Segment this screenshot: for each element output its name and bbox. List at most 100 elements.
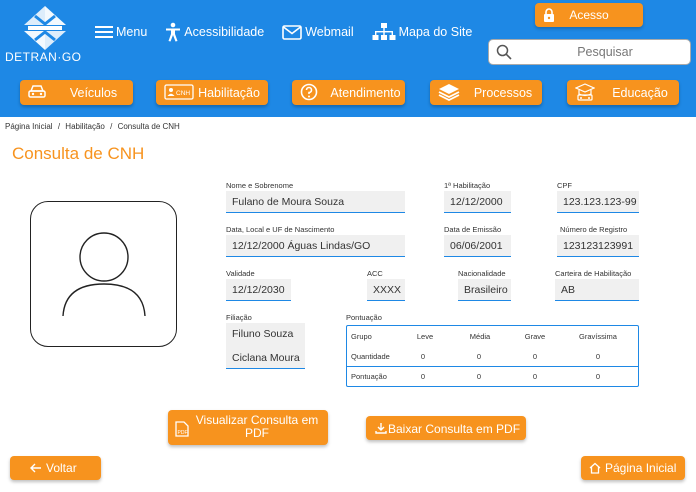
acc-label: ACC xyxy=(367,269,383,278)
webmail-link[interactable]: Webmail xyxy=(282,24,354,40)
table-row: Pontuação 0 0 0 0 xyxy=(347,366,638,386)
cpf-field: 123.123.123-99 xyxy=(557,191,639,213)
cpf-label: CPF xyxy=(557,181,572,190)
emissao-label: Data de Emissão xyxy=(444,225,502,234)
nav-atendimento[interactable]: Atendimento xyxy=(292,80,405,105)
nav-habilitacao[interactable]: CNH Habilitação xyxy=(156,80,268,105)
acesso-button[interactable]: Acesso xyxy=(535,3,643,27)
table-cell: 0 xyxy=(420,352,426,361)
pagina-inicial-label: Página Inicial xyxy=(605,461,677,475)
svg-text:PDF: PDF xyxy=(178,430,188,436)
nascimento-field: 12/12/2000 Águas Lindas/GO xyxy=(226,235,405,257)
breadcrumb: Página Inicial / Habilitação / Consulta … xyxy=(5,122,180,131)
acesso-label: Acesso xyxy=(569,8,609,22)
home-icon xyxy=(589,462,601,474)
car-icon xyxy=(28,85,46,98)
nav-educacao-label: Educação xyxy=(612,85,668,100)
pagina-inicial-button[interactable]: Página Inicial xyxy=(581,456,685,480)
baixar-pdf-label: Baixar Consulta em PDF xyxy=(388,422,521,436)
nav-veiculos-label: Veículos xyxy=(69,85,118,100)
sitemap-icon xyxy=(372,23,396,40)
nacionalidade-field: Brasileiro xyxy=(458,279,511,301)
filiacao-pai: Filuno Souza xyxy=(232,328,294,340)
pontuacao-table: Grupo Leve Média Grave Gravíssima Quanti… xyxy=(346,325,639,387)
table-cell: 0 xyxy=(595,372,601,381)
search-icon[interactable] xyxy=(496,44,512,60)
table-cell: 0 xyxy=(595,352,601,361)
stack-icon xyxy=(438,84,460,101)
accessibility-label: Acessibilidade xyxy=(184,25,265,39)
nascimento-label: Data, Local e UF de Nascimento xyxy=(226,225,335,234)
registro-field: 123123123991 xyxy=(557,235,639,257)
row-quantidade-label: Quantidade xyxy=(351,352,390,361)
svg-text:CNH: CNH xyxy=(176,90,190,97)
header-media: Média xyxy=(469,332,491,341)
visualizar-pdf-button[interactable]: PDF Visualizar Consulta em PDF xyxy=(168,410,328,445)
education-icon xyxy=(575,83,595,101)
menu-label: Menu xyxy=(116,25,148,39)
header-gravissima: Gravíssima xyxy=(579,332,617,341)
pdf-file-icon: PDF xyxy=(175,421,189,437)
voltar-button[interactable]: Voltar xyxy=(10,456,101,480)
breadcrumb-item-current: Consulta de CNH xyxy=(117,122,180,131)
user-avatar-icon xyxy=(62,232,146,317)
site-header: DETRAN·GO Menu Acessibilidade Webmail Ma… xyxy=(0,0,696,117)
validade-label: Validade xyxy=(226,269,255,278)
search-box[interactable] xyxy=(488,39,691,65)
page-title: Consulta de CNH xyxy=(12,144,145,163)
table-cell: 0 xyxy=(476,372,482,381)
accessibility-icon xyxy=(166,22,181,42)
top-nav: Menu Acessibilidade Webmail Mapa do Site xyxy=(95,22,490,42)
table-cell: 0 xyxy=(532,372,538,381)
header-grave: Grave xyxy=(524,332,546,341)
nacionalidade-label: Nacionalidade xyxy=(458,269,506,278)
breadcrumb-separator: / xyxy=(57,122,61,131)
mail-icon xyxy=(282,24,303,40)
nav-habilitacao-label: Habilitação xyxy=(198,85,260,100)
row-pontuacao-label: Pontuação xyxy=(351,372,387,381)
table-header-row: Grupo Leve Média Grave Gravíssima xyxy=(347,326,638,346)
profile-photo-placeholder xyxy=(30,201,177,347)
nav-processos-label: Processos xyxy=(473,85,533,100)
menu-button[interactable]: Menu xyxy=(95,25,147,39)
cnh-card-icon: CNH xyxy=(164,84,194,100)
filiacao-mae: Ciclana Moura xyxy=(232,352,300,364)
nome-label: Nome e Sobrenome xyxy=(226,181,294,190)
breadcrumb-separator: / xyxy=(110,122,113,131)
primeira-hab-label: 1ª Habilitação xyxy=(444,181,491,190)
table-cell: 0 xyxy=(532,352,538,361)
primeira-hab-field: 12/12/2000 xyxy=(444,191,511,213)
filiacao-label: Filiação xyxy=(226,313,252,322)
nav-educacao[interactable]: Educação xyxy=(567,80,679,105)
nav-processos[interactable]: Processos xyxy=(430,80,542,105)
table-row: Quantidade 0 0 0 0 xyxy=(347,346,638,366)
search-input[interactable] xyxy=(520,45,690,59)
categoria-label: Carteira de Habilitação xyxy=(555,269,632,278)
hamburger-icon xyxy=(95,26,113,38)
registro-label: Número de Registro xyxy=(560,225,628,234)
sitemap-label: Mapa do Site xyxy=(398,25,473,39)
download-icon xyxy=(375,423,387,434)
nome-field: Fulano de Moura Souza xyxy=(226,191,405,213)
filiacao-field: Filuno Souza Ciclana Moura xyxy=(226,323,305,369)
breadcrumb-item-habilitacao[interactable]: Habilitação xyxy=(65,122,105,131)
emissao-field: 06/06/2001 xyxy=(444,235,511,257)
categoria-field: AB xyxy=(555,279,639,301)
arrow-left-icon xyxy=(30,463,41,473)
accessibility-link[interactable]: Acessibilidade xyxy=(165,22,264,42)
table-cell: 0 xyxy=(476,352,482,361)
nav-atendimento-label: Atendimento xyxy=(330,85,401,100)
sitemap-link[interactable]: Mapa do Site xyxy=(372,23,473,41)
breadcrumb-item-home[interactable]: Página Inicial xyxy=(5,122,53,131)
acc-field: XXXX xyxy=(367,279,405,301)
pontuacao-label: Pontuação xyxy=(346,313,382,322)
detran-logo-icon xyxy=(24,6,66,50)
visualizar-pdf-label: Visualizar Consulta em PDF xyxy=(195,413,319,440)
header-leve: Leve xyxy=(416,332,434,341)
webmail-label: Webmail xyxy=(305,25,354,39)
question-icon xyxy=(300,83,318,101)
baixar-pdf-button[interactable]: Baixar Consulta em PDF xyxy=(366,416,526,440)
nav-veiculos[interactable]: Veículos xyxy=(20,80,133,105)
lock-icon xyxy=(544,8,554,22)
header-grupo: Grupo xyxy=(351,332,372,341)
